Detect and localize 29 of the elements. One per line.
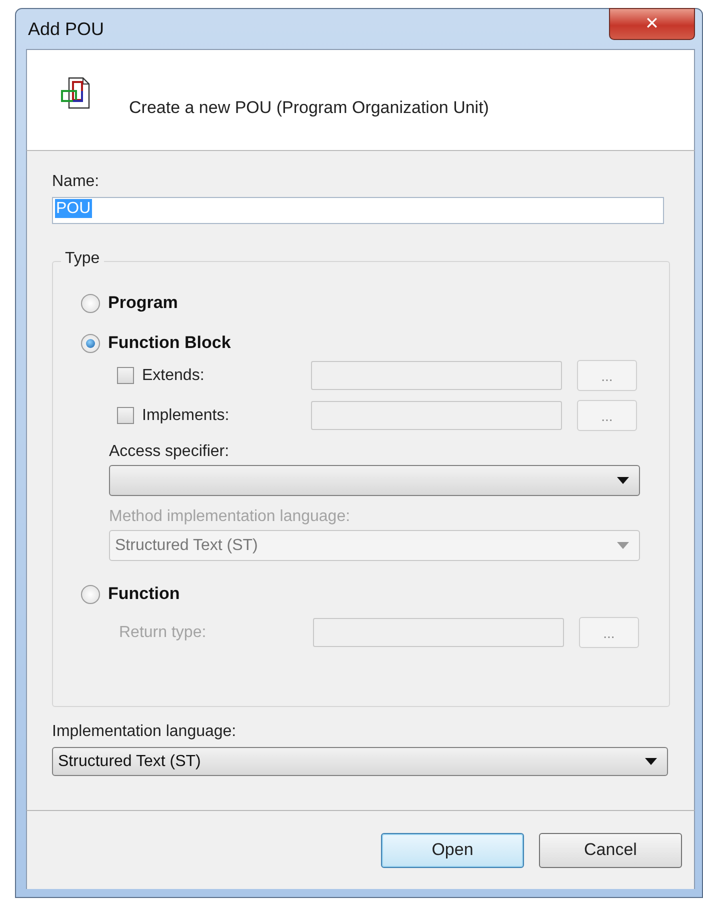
method-language-label: Method implementation language: [109,508,350,526]
radio-button[interactable] [81,294,100,312]
window-title: Add POU [28,18,104,40]
implementation-language-label: Implementation language: [52,723,236,741]
radio-button[interactable] [81,584,100,604]
input-field[interactable] [311,361,562,390]
radio-option[interactable]: Function Block [81,328,231,358]
checkbox[interactable] [117,367,134,384]
input-field[interactable] [313,618,564,647]
cancel-button[interactable]: Cancel [539,832,682,868]
access-specifier-label: Access specifier: [109,443,230,461]
caret-icon [645,758,657,765]
caret-icon [617,477,629,484]
caret-icon [617,542,629,549]
header-text: Create a new POU (Program Organization Unit) [129,98,489,118]
radio-option[interactable]: Program [81,288,178,318]
checkbox-label: Implements: [142,406,230,424]
return-type-label: Return type: [119,624,208,642]
radio-button[interactable] [81,334,100,352]
checkbox[interactable] [117,407,134,424]
implementation-language-dropdown[interactable]: Structured Text (ST) [52,747,668,776]
name-label: Name: [52,173,100,191]
checkbox-label: Extends: [142,366,206,384]
radio-option[interactable]: Function [81,579,180,609]
close-button[interactable]: ✕ [609,8,695,40]
input-field[interactable] [311,401,562,430]
open-button[interactable]: Open [381,832,524,868]
access-specifier-dropdown[interactable] [109,465,640,496]
group-title: Type [61,250,104,268]
